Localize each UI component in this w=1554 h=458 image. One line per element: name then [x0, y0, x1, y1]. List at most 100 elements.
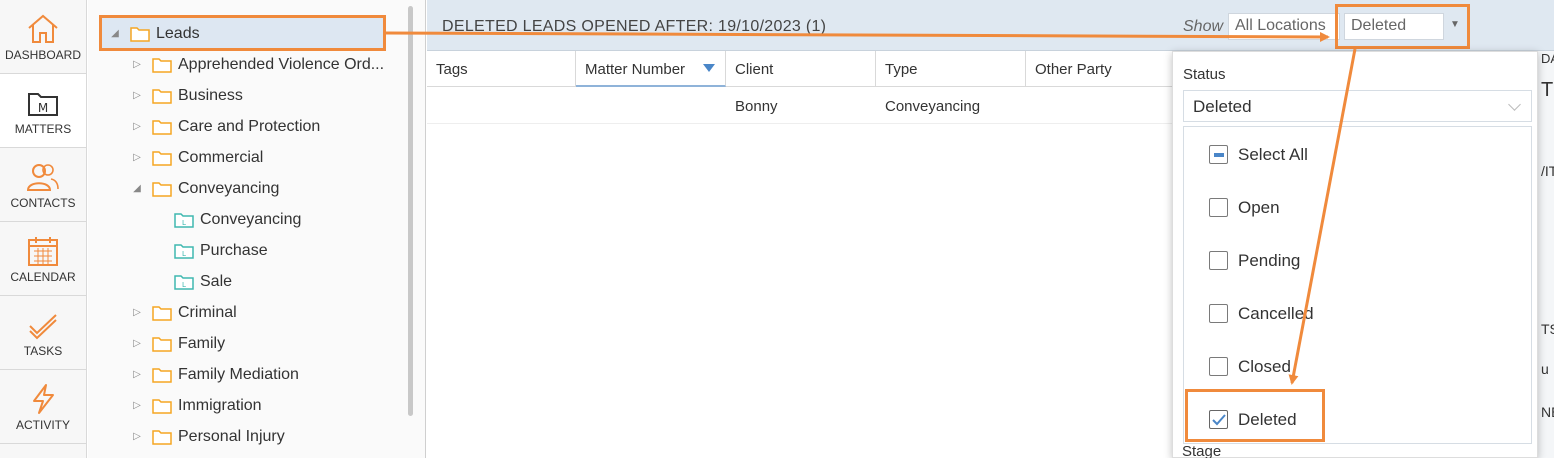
folder-icon	[152, 150, 172, 166]
option-label: Pending	[1238, 250, 1301, 270]
tree-item-care-protection[interactable]: ▷ Care and Protection	[130, 111, 320, 142]
cell-type: Conveyancing	[885, 98, 981, 115]
tree-item-personal-injury[interactable]: ▷ Personal Injury	[130, 421, 285, 452]
expand-triangle-icon: ▷	[133, 90, 141, 101]
expand-triangle-icon: ▷	[133, 59, 141, 70]
home-icon	[26, 12, 60, 46]
tree-item-business[interactable]: ▷ Business	[130, 80, 243, 111]
checkbox-icon[interactable]	[1209, 304, 1228, 323]
clipped-text: NE	[1541, 404, 1554, 420]
option-open[interactable]: Open	[1184, 181, 1531, 234]
tasks-icon	[26, 308, 60, 342]
column-header-matter-number[interactable]: Matter Number	[576, 51, 726, 87]
nav-contacts-label: CONTACTS	[10, 195, 76, 210]
stage-label: Stage	[1182, 443, 1222, 458]
folder-icon	[152, 181, 172, 197]
expand-triangle-icon: ▷	[133, 400, 141, 411]
folder-icon	[152, 119, 172, 135]
partial-checkbox-icon[interactable]	[1209, 145, 1228, 164]
page-title: DELETED LEADS OPENED AFTER: 19/10/2023 (…	[442, 18, 827, 35]
column-header-client[interactable]: Client	[726, 51, 876, 87]
checkbox-icon[interactable]	[1209, 251, 1228, 270]
tree-item-family[interactable]: ▷ Family	[130, 328, 225, 359]
nav-activity[interactable]: ACTIVITY	[0, 370, 86, 444]
tree-item-conveyancing-group[interactable]: ◢ Conveyancing	[130, 173, 279, 204]
folder-icon	[152, 57, 172, 73]
caret-down-icon[interactable]: ▼	[1450, 19, 1460, 30]
tree-item-sale[interactable]: L Sale	[152, 266, 232, 297]
folder-icon	[152, 336, 172, 352]
tree-item-conveyancing[interactable]: L Conveyancing	[152, 204, 301, 235]
tree-item-criminal[interactable]: ▷ Criminal	[130, 297, 237, 328]
nav-dashboard[interactable]: DASHBOARD	[0, 0, 86, 74]
status-dropdown-select[interactable]: Deleted	[1183, 90, 1532, 122]
collapse-triangle-icon: ◢	[133, 183, 141, 194]
show-label: Show	[1183, 18, 1224, 35]
option-cancelled[interactable]: Cancelled	[1184, 287, 1531, 340]
folder-icon	[152, 398, 172, 414]
status-label: Status	[1183, 66, 1226, 83]
tree-item-purchase[interactable]: L Purchase	[152, 235, 268, 266]
option-closed[interactable]: Closed	[1184, 340, 1531, 393]
list-header-bar: DELETED LEADS OPENED AFTER: 19/10/2023 (…	[427, 0, 1554, 51]
svg-text:L: L	[182, 219, 186, 227]
option-select-all[interactable]: Select All	[1184, 128, 1531, 181]
tree-item-label: Business	[178, 86, 243, 104]
expand-triangle-icon: ▷	[133, 152, 141, 163]
svg-text:M: M	[38, 101, 48, 115]
activity-icon	[26, 382, 60, 416]
svg-text:L: L	[182, 281, 186, 289]
collapse-triangle-icon: ◢	[111, 28, 119, 39]
folder-icon	[152, 305, 172, 321]
expand-triangle-icon: ▷	[133, 431, 141, 442]
nav-activity-label: ACTIVITY	[15, 417, 70, 432]
background-panel-edge: DA T /IT TS u NE	[1538, 51, 1554, 458]
chevron-down-icon	[1508, 98, 1521, 111]
nav-matters[interactable]: M MATTERS	[0, 74, 86, 148]
nav-contacts[interactable]: CONTACTS	[0, 148, 86, 222]
lead-folder-icon: L	[174, 243, 194, 259]
nav-calendar[interactable]: CALENDAR	[0, 222, 86, 296]
tree-scrollbar[interactable]	[408, 6, 413, 416]
status-select[interactable]: Deleted	[1344, 13, 1444, 40]
nav-matters-label: MATTERS	[14, 121, 72, 136]
option-label: Select All	[1238, 144, 1308, 164]
calendar-icon	[26, 234, 60, 268]
tree-item-label: Criminal	[178, 303, 237, 321]
lead-folder-icon: L	[174, 274, 194, 290]
option-label: Cancelled	[1238, 303, 1314, 323]
clipped-text: TS	[1541, 321, 1554, 337]
tree-item-leads[interactable]: ◢ Leads	[108, 18, 199, 49]
nav-calendar-label: CALENDAR	[10, 269, 76, 284]
option-pending[interactable]: Pending	[1184, 234, 1531, 287]
expand-triangle-icon: ▷	[133, 121, 141, 132]
checkbox-icon[interactable]	[1209, 198, 1228, 217]
tree-item-immigration[interactable]: ▷ Immigration	[130, 390, 262, 421]
column-header-other-party[interactable]: Other Party	[1026, 51, 1176, 87]
tree-item-commercial[interactable]: ▷ Commercial	[130, 142, 263, 173]
clipped-text: DA	[1541, 51, 1554, 66]
clipped-text: T	[1541, 79, 1554, 101]
tree-item-label: Conveyancing	[178, 179, 280, 197]
tree-item-label: Personal Injury	[178, 427, 285, 445]
tree-item-family-mediation[interactable]: ▷ Family Mediation	[130, 359, 299, 390]
clipped-text: /IT	[1541, 163, 1554, 179]
location-select[interactable]: All Locations	[1228, 13, 1340, 40]
column-header-tags[interactable]: Tags	[427, 51, 576, 87]
clipped-text: u	[1541, 361, 1549, 377]
nav-tasks-label: TASKS	[23, 343, 63, 358]
nav-dashboard-label: DASHBOARD	[4, 47, 81, 62]
column-header-type[interactable]: Type	[876, 51, 1026, 87]
tree-item-label: Commercial	[178, 148, 264, 166]
lead-folder-icon: L	[174, 212, 194, 228]
tree-item-avo[interactable]: ▷ Apprehended Violence Ord...	[130, 49, 384, 80]
tree-item-label: Care and Protection	[178, 117, 321, 135]
checkbox-icon[interactable]	[1209, 357, 1228, 376]
cell-client: Bonny	[735, 98, 778, 115]
expand-triangle-icon: ▷	[133, 307, 141, 318]
expand-triangle-icon: ▷	[133, 369, 141, 380]
tree-item-label: Immigration	[178, 396, 262, 414]
status-dropdown-value: Deleted	[1193, 97, 1252, 116]
tree-item-label: Family Mediation	[178, 365, 299, 383]
nav-tasks[interactable]: TASKS	[0, 296, 86, 370]
